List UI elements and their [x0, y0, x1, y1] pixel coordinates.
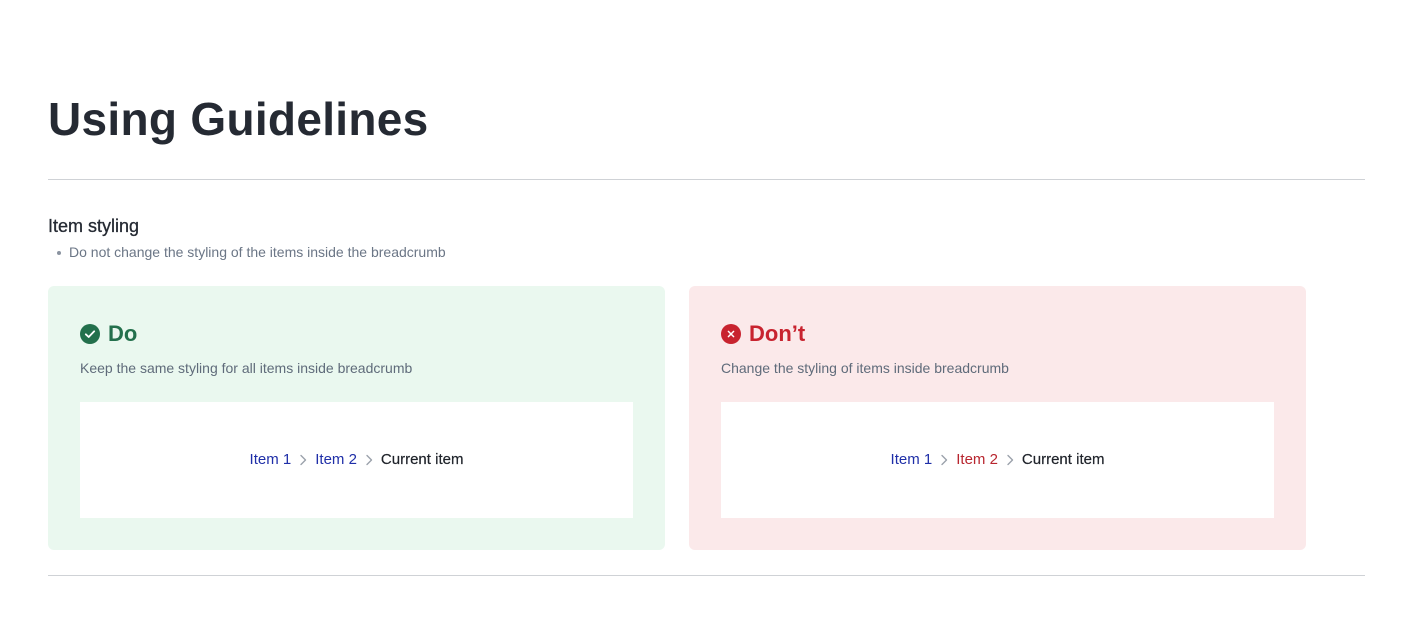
breadcrumb-item-2-restyled[interactable]: Item 2: [956, 450, 998, 470]
dont-card: Don’t Change the styling of items inside…: [689, 286, 1306, 550]
breadcrumb: Item 1 Item 2 Current item: [891, 450, 1105, 470]
top-divider: [48, 179, 1365, 180]
dont-example-box: Item 1 Item 2 Current item: [721, 402, 1274, 518]
do-example-box: Item 1 Item 2 Current item: [80, 402, 633, 518]
section-title: Item styling: [48, 216, 140, 236]
do-card-description: Keep the same styling for all items insi…: [80, 360, 413, 376]
x-circle-icon: [721, 324, 741, 344]
guideline-item: Do not change the styling of the items i…: [56, 243, 446, 261]
chevron-right-icon: [941, 454, 948, 466]
chevron-right-icon: [1007, 454, 1014, 466]
breadcrumb-item-2[interactable]: Item 2: [315, 450, 357, 470]
breadcrumb: Item 1 Item 2 Current item: [250, 450, 464, 470]
check-circle-icon: [80, 324, 100, 344]
guideline-list: Do not change the styling of the items i…: [56, 243, 446, 261]
bottom-divider: [48, 575, 1365, 576]
chevron-right-icon: [366, 454, 373, 466]
breadcrumb-item-1[interactable]: Item 1: [250, 450, 292, 470]
dont-card-title: Don’t: [749, 321, 806, 346]
do-card: Do Keep the same styling for all items i…: [48, 286, 665, 550]
breadcrumb-item-1[interactable]: Item 1: [891, 450, 933, 470]
chevron-right-icon: [300, 454, 307, 466]
page-title: Using Guidelines: [48, 93, 429, 145]
do-card-header: Do: [80, 320, 137, 348]
breadcrumb-current-item: Current item: [1021, 451, 1105, 468]
dont-card-description: Change the styling of items inside bread…: [721, 360, 1009, 376]
do-card-title: Do: [108, 321, 138, 346]
breadcrumb-current-item: Current item: [380, 451, 464, 468]
dont-card-header: Don’t: [721, 320, 805, 348]
